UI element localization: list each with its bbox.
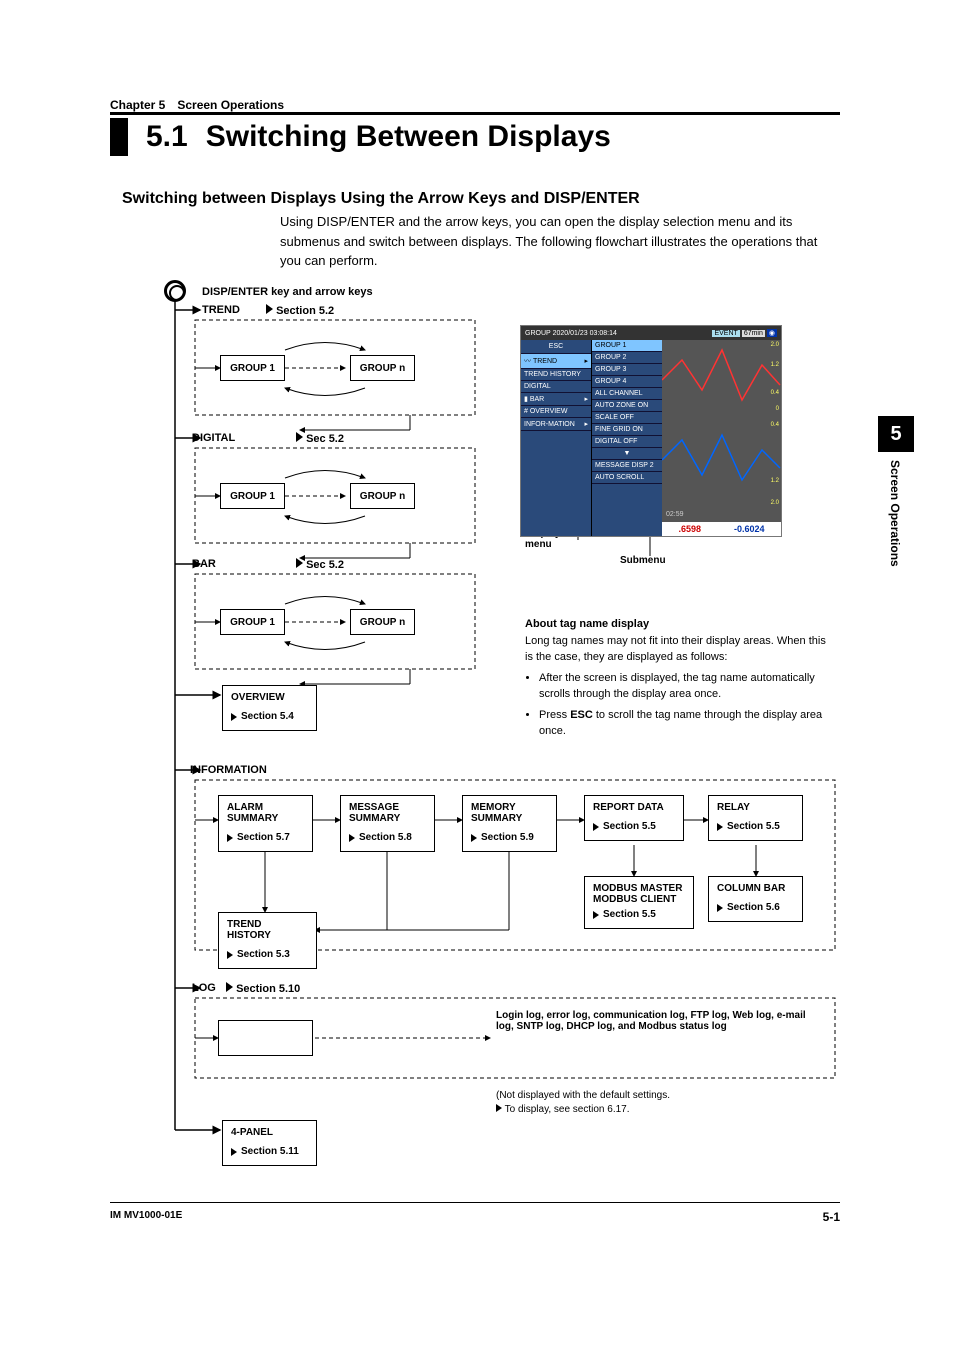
box-modbus: MODBUS MASTER MODBUS CLIENT Section 5.5 [584, 876, 694, 929]
label-information: INFORMATION [190, 764, 267, 776]
about-tag-name: About tag name display Long tag names ma… [525, 616, 835, 744]
subheading: Switching between Displays Using the Arr… [122, 190, 640, 208]
triangle-icon [227, 951, 233, 959]
flowchart: DISP/ENTER key and arrow keys TREND Sect… [110, 280, 840, 1180]
header-rule [110, 112, 840, 115]
title-block [110, 118, 128, 156]
side-tab-number: 5 [878, 416, 914, 452]
about-bullet-1: After the screen is displayed, the tag n… [539, 670, 835, 703]
footer-rule [110, 1202, 840, 1203]
sec-trend: Section 5.2 [266, 304, 334, 317]
triangle-icon [717, 823, 723, 831]
box-alarm-summary: ALARM SUMMARY Section 5.7 [218, 795, 313, 852]
triangle-icon [231, 713, 237, 721]
section-title-text: Switching Between Displays [206, 120, 611, 154]
ring-icon [164, 280, 186, 302]
box-report-data: REPORT DATA Section 5.5 [584, 795, 684, 841]
chapter-header: Chapter 5 Screen Operations [110, 98, 284, 112]
side-tab-label: Screen Operations [888, 460, 902, 567]
box-groupn: GROUP n [350, 609, 415, 635]
box-4panel: 4-PANEL Section 5.11 [222, 1120, 317, 1166]
screenshot-header: GROUP 2020/01/23 03:08:14 EVENT 67min ◉ [521, 326, 781, 340]
label-trend: TREND [202, 304, 240, 316]
sec-log: Section 5.10 [226, 982, 300, 995]
box-group1: GROUP 1 [220, 355, 285, 381]
screenshot-menu: ESC 〰 TREND▸ TREND HISTORY DIGITAL ▮ BAR… [521, 340, 592, 536]
triangle-icon [593, 823, 599, 831]
box-message-summary: MESSAGE SUMMARY Section 5.8 [340, 795, 435, 852]
side-tab: 5 Screen Operations [878, 416, 914, 567]
about-title: About tag name display [525, 618, 649, 630]
footer-right: 5-1 [823, 1210, 840, 1224]
label-log: LOG [192, 982, 216, 994]
triangle-icon [296, 558, 303, 568]
box-group1: GROUP 1 [220, 483, 285, 509]
section-title: 5.1 Switching Between Displays [110, 118, 611, 156]
section-number: 5.1 [146, 120, 188, 154]
screenshot-submenu: GROUP 1 GROUP 2 GROUP 3 GROUP 4 ALL CHAN… [592, 340, 662, 536]
box-log-item [218, 1020, 313, 1056]
callout-submenu: Submenu [620, 555, 666, 566]
triangle-icon [231, 1148, 237, 1156]
sec-bar: Sec 5.2 [296, 558, 344, 571]
triangle-icon [593, 911, 599, 919]
box-group1: GROUP 1 [220, 609, 285, 635]
device-screenshot: GROUP 2020/01/23 03:08:14 EVENT 67min ◉ … [520, 325, 782, 537]
screenshot-plot: 2.0 1.2 0.4 0 0.4 1.2 2.0 02:59 .6598 -0… [662, 340, 781, 536]
triangle-icon [296, 432, 303, 442]
key-label: DISP/ENTER key and arrow keys [202, 286, 373, 298]
triangle-icon [717, 904, 723, 912]
label-bar: BAR [192, 558, 216, 570]
box-relay: RELAY Section 5.5 [708, 795, 803, 841]
triangle-icon [496, 1104, 502, 1112]
box-memory-summary: MEMORY SUMMARY Section 5.9 [462, 795, 557, 852]
sec-digital: Sec 5.2 [296, 432, 344, 445]
box-groupn: GROUP n [350, 355, 415, 381]
intro-paragraph: Using DISP/ENTER and the arrow keys, you… [280, 212, 840, 271]
log-note-2: To display, see section 6.17. [496, 1104, 630, 1115]
triangle-icon [266, 304, 273, 314]
box-column-bar: COLUMN BAR Section 5.6 [708, 876, 803, 922]
about-bullet-2: Press ESC to scroll the tag name through… [539, 707, 835, 740]
about-p: Long tag names may not fit into their di… [525, 635, 826, 664]
box-overview: OVERVIEW Section 5.4 [222, 685, 317, 731]
log-note-1: (Not displayed with the default settings… [496, 1090, 670, 1101]
triangle-icon [227, 834, 233, 842]
triangle-icon [349, 834, 355, 842]
label-digital: DIGITAL [192, 432, 235, 444]
box-trend-history: TREND HISTORY Section 5.3 [218, 912, 317, 969]
footer-left: IM MV1000-01E [110, 1210, 182, 1221]
triangle-icon [226, 982, 233, 992]
log-text: Login log, error log, communication log,… [496, 1010, 826, 1032]
triangle-icon [471, 834, 477, 842]
box-groupn: GROUP n [350, 483, 415, 509]
